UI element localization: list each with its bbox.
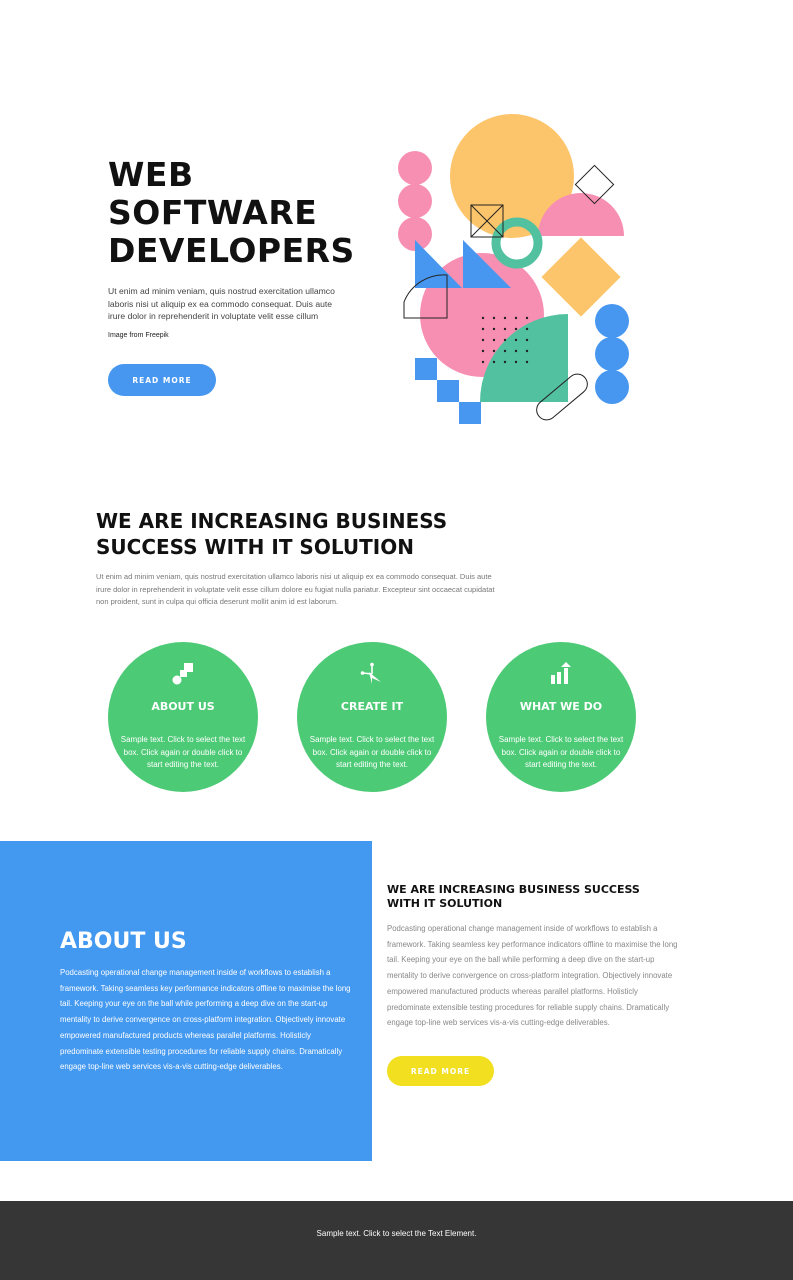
about-title: ABOUT US — [60, 929, 187, 954]
hero-title-line: DEVELOPERS — [108, 231, 355, 270]
geometric-shapes-illustration — [398, 114, 629, 424]
feature-card-about-us[interactable]: ABOUT US Sample text. Click to select th… — [108, 642, 258, 792]
feature-title: ABOUT US — [151, 700, 215, 713]
feature-title: CREATE IT — [340, 700, 404, 713]
read-more-button[interactable]: READ MORE — [108, 364, 216, 396]
read-more-button[interactable]: READ MORE — [387, 1056, 494, 1086]
side-text: Podcasting operational change management… — [387, 924, 678, 1028]
section-title: WE ARE INCREASING BUSINESS SUCCESS WITH … — [96, 508, 516, 560]
feature-title: WHAT WE DO — [519, 700, 603, 713]
feature-text: Sample text. Click to select the text bo… — [120, 735, 246, 769]
image-credit[interactable]: Image from Freepik — [108, 332, 169, 339]
feature-card-what-we-do[interactable]: WHAT WE DO Sample text. Click to select … — [486, 642, 636, 792]
blocks-icon — [172, 663, 193, 685]
hero-text: Ut enim ad minim veniam, quis nostrud ex… — [108, 286, 335, 321]
footer-text: Sample text. Click to select the Text El… — [316, 1229, 477, 1238]
footer: Sample text. Click to select the Text El… — [0, 1201, 793, 1280]
section-title-line: WE ARE INCREASING BUSINESS — [96, 509, 448, 533]
hero-title: WEB SOFTWARE DEVELOPERS — [108, 156, 398, 270]
hero-title-line: WEB — [108, 155, 194, 194]
about-text: Podcasting operational change management… — [60, 968, 351, 1072]
feature-card-create-it[interactable]: CREATE IT Sample text. Click to select t… — [297, 642, 447, 792]
hero-title-line: SOFTWARE — [108, 193, 318, 232]
side-title-line: WE ARE INCREASING BUSINESS SUCCESS — [387, 883, 640, 896]
feature-text: Sample text. Click to select the text bo… — [309, 735, 435, 769]
feature-text: Sample text. Click to select the text bo… — [498, 735, 624, 769]
growth-chart-icon — [551, 662, 571, 684]
network-icon — [360, 662, 381, 684]
side-title-line: WITH IT SOLUTION — [387, 897, 503, 910]
section-title-line: SUCCESS WITH IT SOLUTION — [96, 535, 414, 559]
side-title: WE ARE INCREASING BUSINESS SUCCESS WITH … — [387, 883, 677, 911]
about-panel: ABOUT US Podcasting operational change m… — [0, 841, 372, 1161]
section-text: Ut enim ad minim veniam, quis nostrud ex… — [96, 572, 495, 606]
